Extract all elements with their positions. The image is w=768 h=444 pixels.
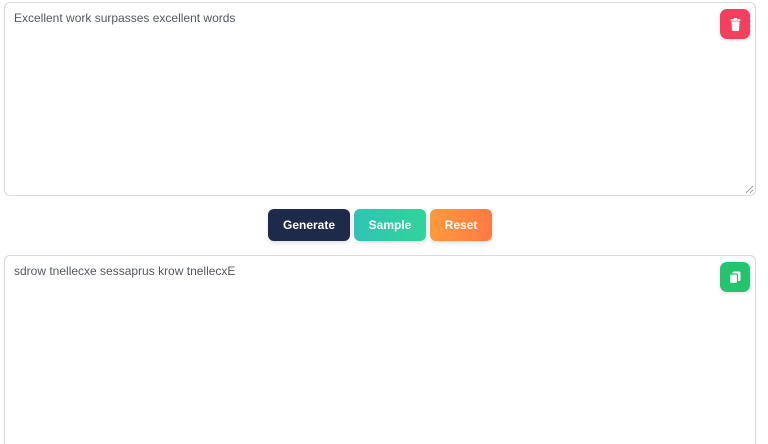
action-buttons: Generate Sample Reset [0, 209, 760, 241]
resize-grip-icon[interactable] [745, 185, 754, 194]
page: Excellent work surpasses excellent words… [0, 0, 768, 444]
copy-button[interactable] [720, 262, 750, 292]
output-text: sdrow tnellecxe sessaprus krow tnellecxE [14, 264, 236, 278]
input-textarea[interactable]: Excellent work surpasses excellent words [4, 2, 756, 196]
sample-button[interactable]: Sample [354, 209, 426, 241]
delete-button[interactable] [720, 9, 750, 39]
generate-button[interactable]: Generate [268, 209, 350, 241]
reset-button[interactable]: Reset [430, 209, 492, 241]
trash-icon [730, 17, 740, 31]
output-textarea[interactable]: sdrow tnellecxe sessaprus krow tnellecxE [4, 255, 756, 444]
copy-icon [729, 271, 741, 284]
input-text: Excellent work surpasses excellent words [14, 11, 236, 25]
